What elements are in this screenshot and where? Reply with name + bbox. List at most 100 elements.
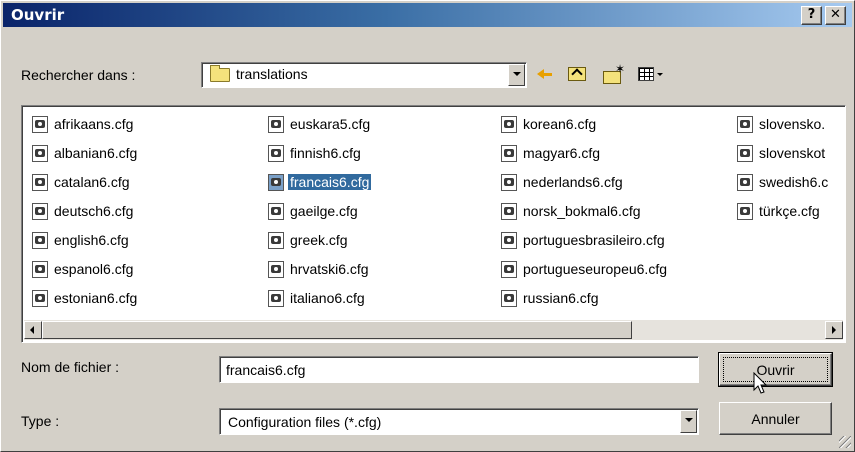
chevron-down-icon[interactable]: [680, 410, 697, 433]
file-list-item[interactable]: greek.cfg: [268, 228, 350, 252]
chevron-down-icon[interactable]: [508, 64, 525, 86]
lookin-dropdown[interactable]: translations: [201, 62, 527, 88]
file-list-item[interactable]: euskara5.cfg: [268, 112, 372, 136]
file-name: portuguesbrasileiro.cfg: [523, 232, 665, 248]
file-list-item[interactable]: deutsch6.cfg: [32, 199, 135, 223]
file-list-item[interactable]: gaeilge.cfg: [268, 199, 360, 223]
file-name: norsk_bokmal6.cfg: [523, 203, 641, 219]
file-list-item[interactable]: albanian6.cfg: [32, 141, 139, 165]
file-name: english6.cfg: [54, 232, 129, 248]
scroll-right-icon[interactable]: [825, 321, 843, 339]
close-button[interactable]: ✕: [825, 6, 846, 25]
file-name: türkçe.cfg: [759, 203, 820, 219]
file-name: russian6.cfg: [523, 290, 599, 306]
resize-grip-icon[interactable]: [839, 436, 851, 448]
file-name: finnish6.cfg: [290, 145, 361, 161]
config-file-icon: [268, 202, 284, 220]
file-name: euskara5.cfg: [290, 116, 371, 132]
file-list-item[interactable]: francais6.cfg: [268, 170, 372, 194]
file-name: greek.cfg: [290, 232, 348, 248]
config-file-icon: [268, 260, 284, 278]
config-file-icon: [32, 202, 48, 220]
file-list-item[interactable]: catalan6.cfg: [32, 170, 132, 194]
filetype-dropdown[interactable]: Configuration files (*.cfg): [219, 408, 699, 435]
file-list-item[interactable]: magyar6.cfg: [501, 141, 602, 165]
file-list-item[interactable]: swedish6.c: [737, 170, 830, 194]
lookin-value: translations: [236, 66, 308, 82]
title-bar[interactable]: Ouvrir ? ✕: [3, 3, 852, 27]
dialog-title: Ouvrir: [11, 6, 65, 24]
config-file-icon: [32, 289, 48, 307]
file-name: albanian6.cfg: [54, 145, 138, 161]
filetype-label: Type :: [21, 413, 60, 429]
config-file-icon: [737, 144, 753, 162]
scrollbar-thumb[interactable]: [42, 321, 632, 339]
config-file-icon: [32, 115, 48, 133]
file-list-item[interactable]: finnish6.cfg: [268, 141, 363, 165]
file-list-item[interactable]: russian6.cfg: [501, 286, 600, 310]
config-file-icon: [268, 115, 284, 133]
scroll-left-icon[interactable]: [24, 321, 42, 339]
config-file-icon: [501, 202, 517, 220]
file-list-item[interactable]: afrikaans.cfg: [32, 112, 135, 136]
file-list-item[interactable]: norsk_bokmal6.cfg: [501, 199, 643, 223]
config-file-icon: [32, 173, 48, 191]
file-list-item[interactable]: portuguesbrasileiro.cfg: [501, 228, 667, 252]
file-name: nederlands6.cfg: [523, 174, 623, 190]
config-file-icon: [32, 260, 48, 278]
file-name: estonian6.cfg: [54, 290, 138, 306]
file-list-item[interactable]: nederlands6.cfg: [501, 170, 625, 194]
filename-label: Nom de fichier :: [21, 359, 120, 375]
file-name: magyar6.cfg: [523, 145, 601, 161]
config-file-icon: [501, 231, 517, 249]
open-file-dialog: Ouvrir ? ✕ Rechercher dans : translation…: [0, 0, 855, 452]
file-name: deutsch6.cfg: [54, 203, 134, 219]
file-list-item[interactable]: slovensko.: [737, 112, 827, 136]
filename-field-frame: [219, 356, 699, 383]
open-button[interactable]: Ouvrir: [718, 352, 833, 387]
lookin-label: Rechercher dans :: [21, 67, 136, 83]
config-file-icon: [737, 202, 753, 220]
file-list-item[interactable]: hrvatski6.cfg: [268, 257, 371, 281]
cancel-button-label: Annuler: [751, 410, 800, 427]
horizontal-scrollbar[interactable]: [24, 320, 843, 340]
file-name: swedish6.c: [759, 174, 829, 190]
file-list-item[interactable]: portugueseuropeu6.cfg: [501, 257, 669, 281]
cancel-button[interactable]: Annuler: [719, 402, 832, 435]
file-name: francais6.cfg: [288, 174, 372, 190]
file-name: portugueseuropeu6.cfg: [523, 261, 667, 277]
focus-ring: [723, 357, 828, 382]
filename-input[interactable]: [222, 359, 692, 380]
new-folder-icon[interactable]: ✶: [599, 62, 625, 85]
file-list-item[interactable]: english6.cfg: [32, 228, 131, 252]
file-name: slovenskot: [759, 145, 826, 161]
config-file-icon: [268, 144, 284, 162]
file-list-item[interactable]: türkçe.cfg: [737, 199, 822, 223]
file-list-item[interactable]: estonian6.cfg: [32, 286, 139, 310]
file-name: espanol6.cfg: [54, 261, 134, 277]
back-arrow-icon[interactable]: [533, 63, 555, 85]
file-list-items: afrikaans.cfg albanian6.cfg catalan6.cfg de…: [24, 108, 843, 318]
file-list-item[interactable]: italiano6.cfg: [268, 286, 367, 310]
help-button[interactable]: ?: [801, 6, 822, 25]
file-list-item[interactable]: slovenskot: [737, 141, 827, 165]
file-name: korean6.cfg: [523, 116, 597, 132]
config-file-icon: [501, 173, 517, 191]
file-list[interactable]: afrikaans.cfg albanian6.cfg catalan6.cfg de…: [21, 105, 846, 343]
config-file-icon: [501, 289, 517, 307]
config-file-icon: [268, 173, 284, 191]
up-folder-icon[interactable]: [566, 63, 588, 85]
config-file-icon: [501, 144, 517, 162]
views-menu-icon[interactable]: [635, 63, 665, 85]
file-name: hrvatski6.cfg: [290, 261, 369, 277]
config-file-icon: [32, 144, 48, 162]
folder-icon: [210, 65, 230, 82]
file-name: italiano6.cfg: [290, 290, 365, 306]
file-list-item[interactable]: espanol6.cfg: [32, 257, 135, 281]
file-name: gaeilge.cfg: [290, 203, 358, 219]
file-name: afrikaans.cfg: [54, 116, 134, 132]
config-file-icon: [737, 173, 753, 191]
file-name: slovensko.: [759, 116, 826, 132]
file-list-item[interactable]: korean6.cfg: [501, 112, 598, 136]
config-file-icon: [268, 289, 284, 307]
